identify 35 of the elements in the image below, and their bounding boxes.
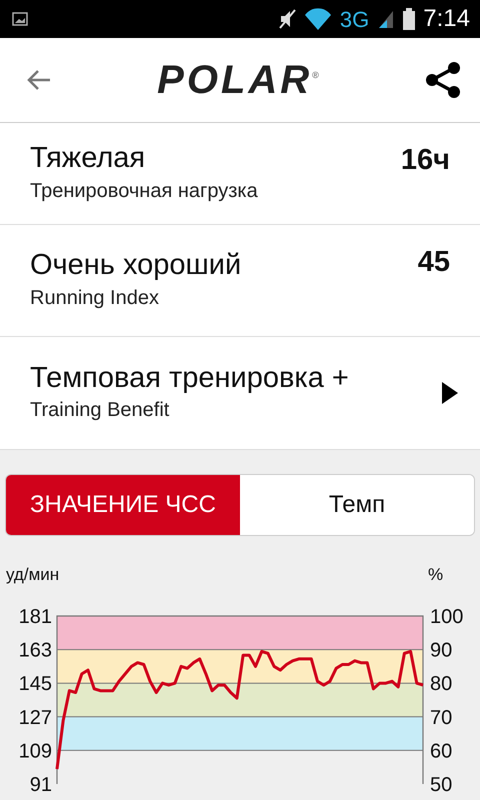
summary-label: Running Index — [30, 286, 160, 311]
tick-label: 60 — [430, 740, 452, 762]
tick-label: 100 — [430, 606, 464, 628]
trademark-mark: ® — [312, 68, 319, 82]
clock: 7:14 — [423, 4, 470, 34]
summary-value: 45 — [418, 245, 450, 280]
tick-label: 145 — [18, 673, 52, 696]
wifi-icon — [304, 8, 332, 30]
tick-label: 127 — [18, 706, 52, 729]
share-button[interactable] — [424, 61, 462, 99]
summary-label: Training Benefit — [30, 398, 170, 424]
training-benefit-row[interactable]: Темповая тренировка + Training Benefit — [0, 337, 480, 450]
mute-icon — [278, 8, 296, 30]
tick-label: 50 — [430, 774, 452, 796]
brand-logo: POLAR — [157, 57, 312, 104]
segment-tab[interactable]: ЗНАЧЕНИЕ ЧСС — [6, 475, 240, 535]
tick-label: 163 — [18, 640, 52, 662]
tick-label: 109 — [18, 740, 52, 762]
summary-title: Темповая тренировка + — [30, 360, 349, 396]
tick-label: 91 — [30, 774, 52, 796]
tick-label: 181 — [18, 606, 52, 628]
summary-title: Тяжелая — [30, 141, 146, 176]
network-label: 3G — [340, 6, 370, 34]
image-icon — [12, 12, 28, 26]
summary-label: Тренировочная нагрузка — [30, 178, 258, 204]
axis-title: уд/мин — [6, 565, 60, 584]
battery-icon — [403, 8, 416, 30]
share-icon — [424, 61, 462, 99]
axis-title: % — [428, 565, 444, 584]
arrow-icon — [442, 382, 458, 404]
tick-label: 80 — [430, 673, 452, 696]
summary-title: Очень хороший — [30, 248, 242, 283]
tick-label: 90 — [430, 640, 452, 662]
tick-label: 70 — [430, 706, 452, 729]
summary-value: 16ч — [400, 143, 450, 178]
